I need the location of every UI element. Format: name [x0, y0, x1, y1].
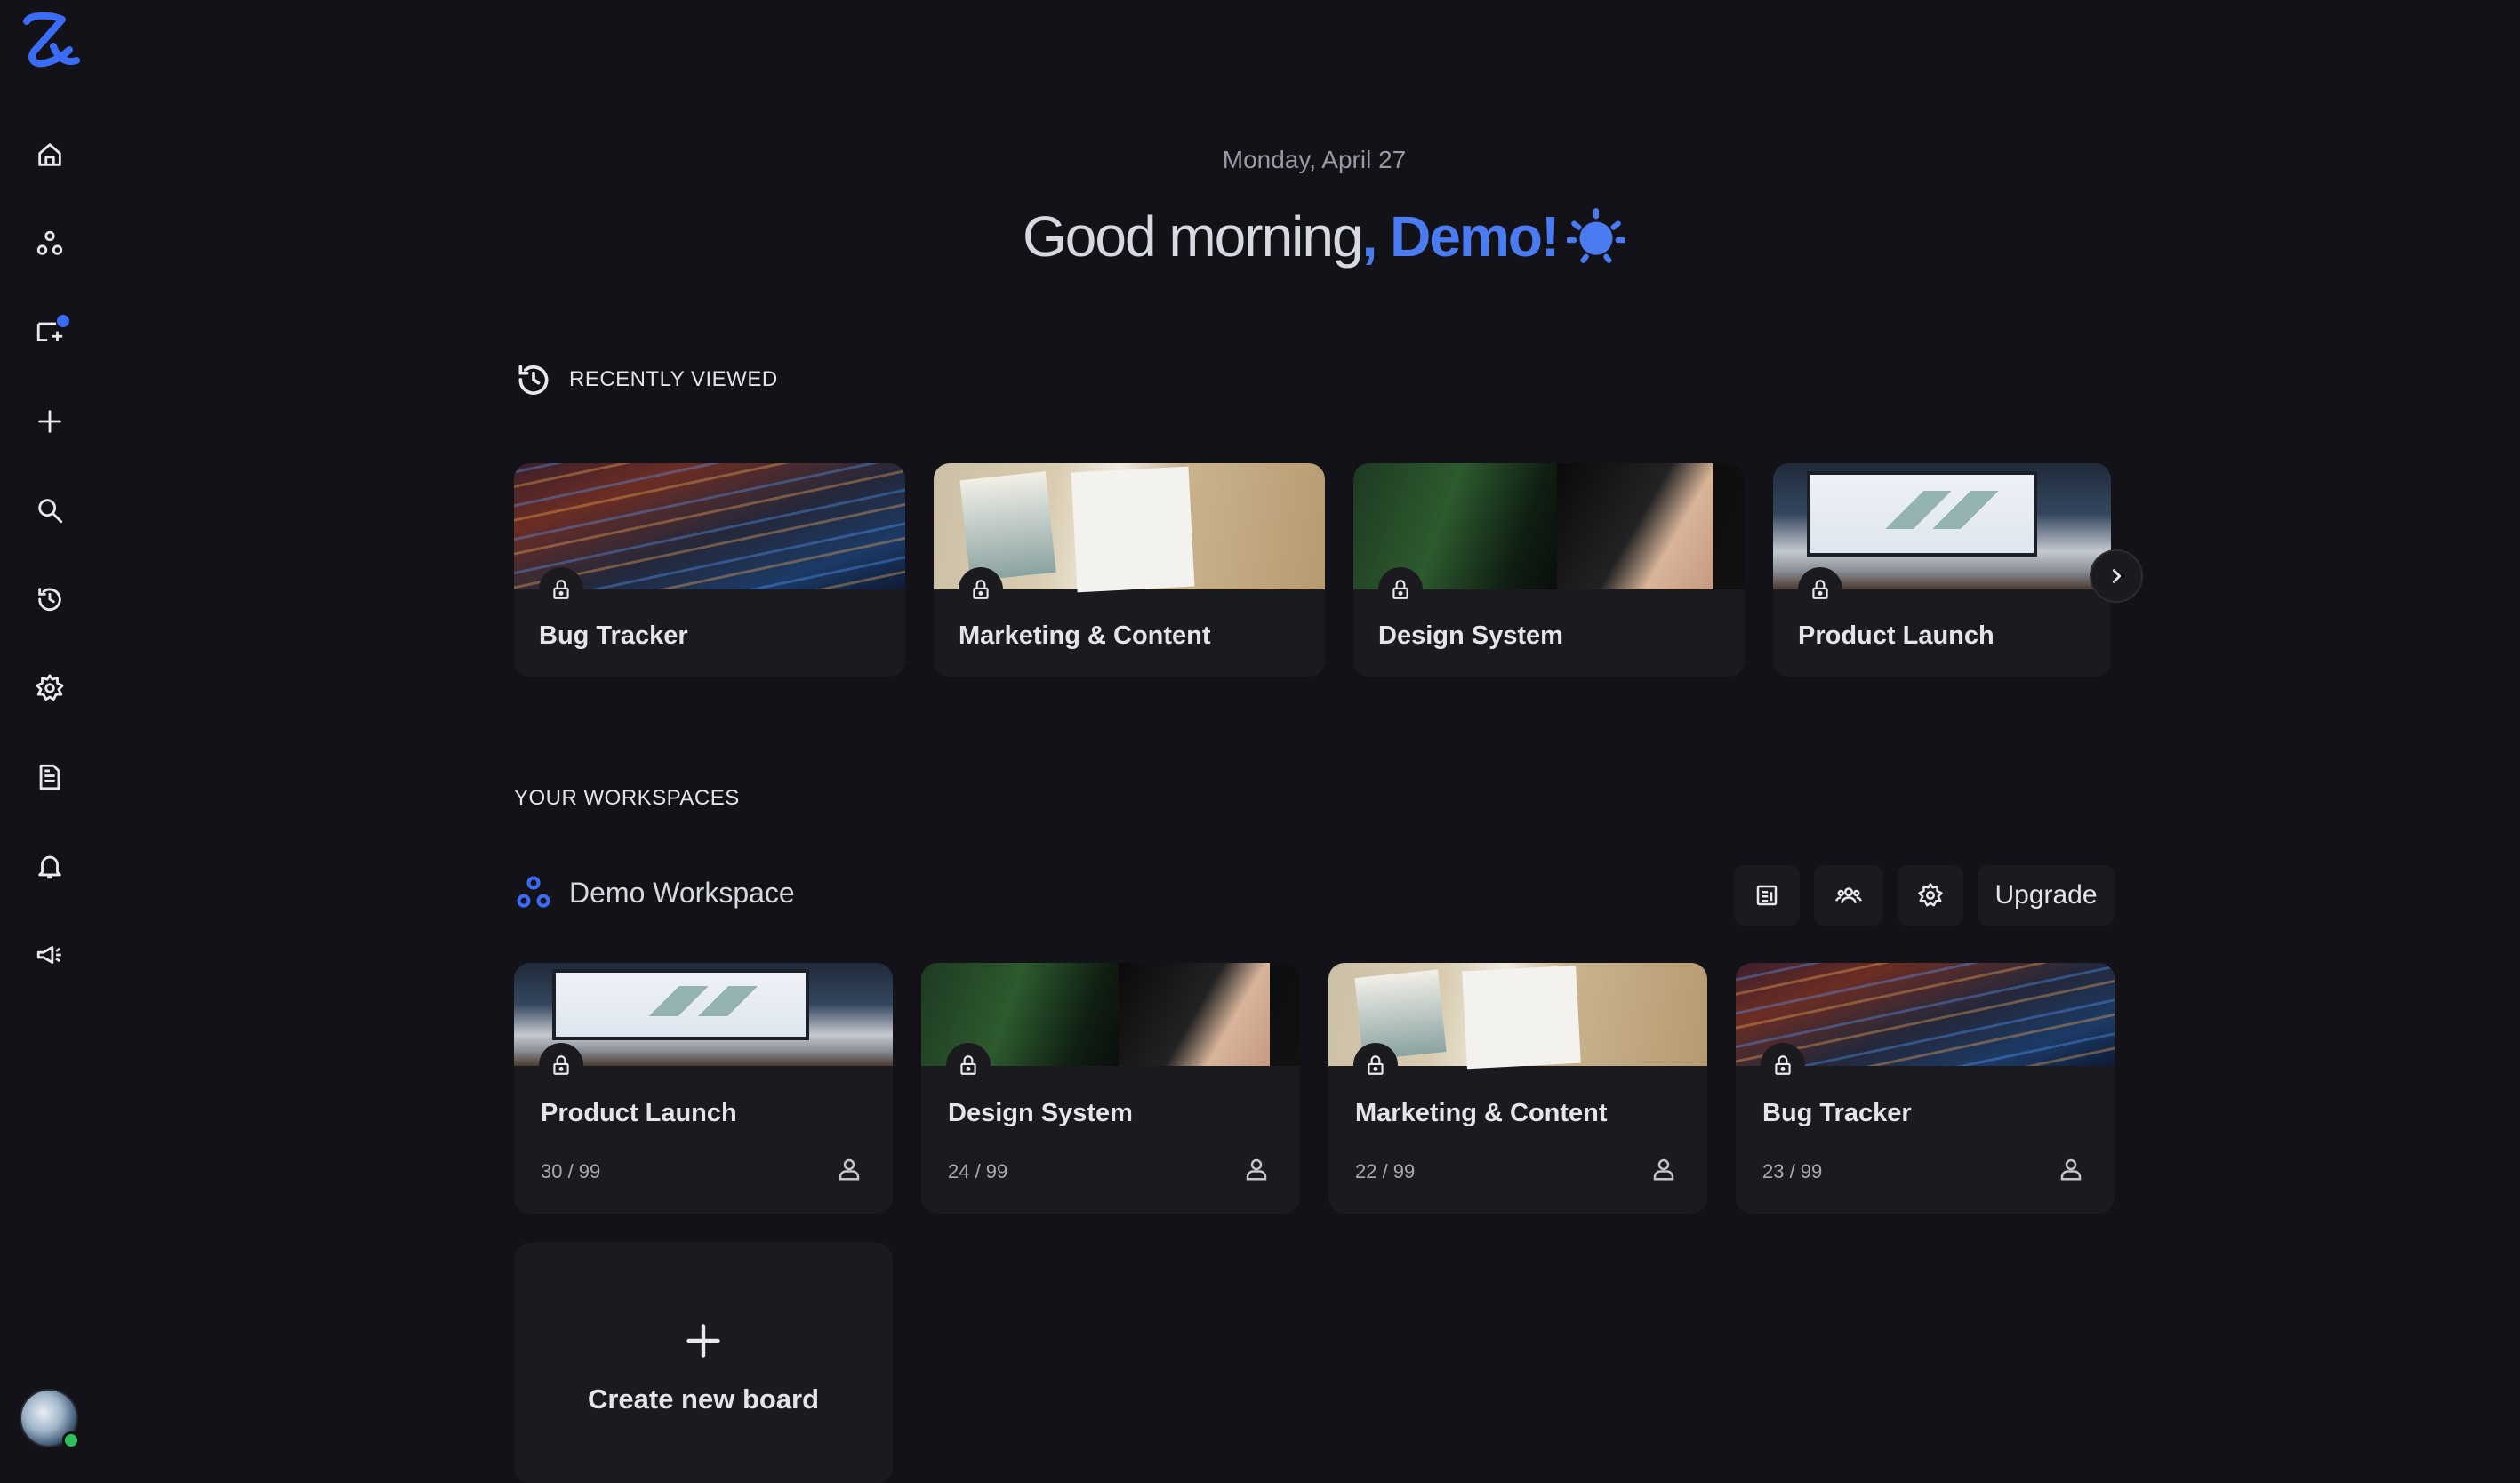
workspace-name: Demo Workspace	[569, 876, 795, 909]
settings-icon	[36, 674, 64, 701]
board-count: 30 / 99	[541, 1160, 601, 1182]
greeting: Good morning, Demo!	[1023, 201, 1626, 272]
create-board-button[interactable]: Create new board	[514, 1243, 893, 1483]
carousel-next-button[interactable]	[2090, 549, 2143, 603]
board-card-bug-tracker[interactable]: Bug Tracker 23 / 99	[1736, 963, 2115, 1214]
create-board-label: Create new board	[587, 1383, 820, 1415]
user-icon	[1246, 1158, 1267, 1181]
history-icon	[518, 365, 549, 395]
online-status-dot	[62, 1431, 80, 1449]
gear-icon	[1918, 883, 1943, 907]
bell-icon	[38, 855, 61, 879]
add-icon	[38, 410, 61, 433]
sidebar-item-workspaces[interactable]	[27, 220, 73, 267]
recent-card-design-system[interactable]: Design System	[1353, 463, 1745, 677]
workspace-members-button[interactable]	[1814, 865, 1883, 926]
recent-card-marketing-content[interactable]: Marketing & Content	[934, 463, 1325, 677]
recent-card-product-launch[interactable]: Product Launch	[1773, 463, 2111, 677]
lock-icon	[539, 1043, 583, 1087]
lock-icon	[1378, 567, 1423, 612]
members-icon	[1835, 887, 1862, 903]
user-icon	[1653, 1158, 1674, 1181]
sidebar-item-announcements[interactable]	[27, 932, 73, 978]
workspace-settings-button[interactable]	[1898, 865, 1963, 926]
sidebar-item-documents[interactable]	[27, 754, 73, 800]
user-icon	[839, 1158, 860, 1181]
lock-icon	[1798, 567, 1842, 612]
card-title: Design System	[1378, 621, 1563, 650]
card-title: Bug Tracker	[539, 621, 688, 650]
workspace-boards-button[interactable]	[1734, 865, 1800, 926]
workspaces-title: YOUR WORKSPACES	[514, 786, 740, 810]
recently-viewed-title: RECENTLY VIEWED	[569, 367, 778, 391]
sun-icon	[1567, 208, 1626, 263]
board-title: Marketing & Content	[1355, 1099, 1608, 1127]
workspaces-icon	[36, 230, 63, 255]
recent-card-bug-tracker[interactable]: Bug Tracker	[514, 463, 905, 677]
lock-icon	[539, 567, 583, 612]
sidebar-item-add[interactable]	[27, 398, 73, 445]
recently-viewed-header: RECENTLY VIEWED	[514, 360, 778, 399]
document-icon	[39, 764, 60, 790]
upgrade-button[interactable]: Upgrade	[1978, 865, 2115, 926]
sidebar-item-settings[interactable]	[27, 665, 73, 711]
chevron-right-icon	[2112, 569, 2122, 583]
plus-icon	[686, 1324, 720, 1358]
board-title: Bug Tracker	[1762, 1099, 1912, 1127]
user-name: , Demo!	[1361, 204, 1561, 269]
current-date: Monday, April 27	[1222, 146, 1407, 173]
board-count: 23 / 99	[1762, 1160, 1823, 1182]
board-card-design-system[interactable]: Design System 24 / 99	[921, 963, 1300, 1214]
board-card-product-launch[interactable]: Product Launch 30 / 99	[514, 963, 893, 1214]
sidebar-item-notifications[interactable]	[27, 843, 73, 889]
megaphone-icon	[36, 946, 61, 964]
lock-icon	[1353, 1043, 1398, 1087]
lock-icon	[959, 567, 1003, 612]
board-title: Product Launch	[541, 1099, 737, 1127]
sidebar-item-history[interactable]	[27, 576, 73, 622]
notification-dot	[57, 315, 69, 327]
workspaces-header: YOUR WORKSPACES	[514, 786, 740, 811]
board-count: 22 / 99	[1355, 1160, 1416, 1182]
history-icon	[38, 588, 61, 612]
sidebar-item-search[interactable]	[27, 487, 73, 533]
app-logo[interactable]	[18, 11, 82, 71]
workspace-title[interactable]: Demo Workspace	[514, 873, 795, 912]
lock-icon	[1761, 1043, 1805, 1087]
board-count: 24 / 99	[948, 1160, 1008, 1182]
search-icon	[38, 499, 63, 524]
card-title: Marketing & Content	[959, 621, 1211, 650]
boards-icon	[1756, 885, 1778, 906]
workspace-icon	[517, 876, 550, 908]
card-title: Product Launch	[1798, 621, 1994, 650]
user-icon	[2060, 1158, 2082, 1181]
sidebar-item-messages[interactable]	[27, 309, 73, 356]
lock-icon	[946, 1043, 991, 1087]
greeting-text: Good morning	[1023, 204, 1364, 269]
sidebar	[0, 0, 100, 1483]
board-card-marketing-content[interactable]: Marketing & Content 22 / 99	[1328, 963, 1707, 1214]
board-title: Design System	[948, 1099, 1133, 1127]
